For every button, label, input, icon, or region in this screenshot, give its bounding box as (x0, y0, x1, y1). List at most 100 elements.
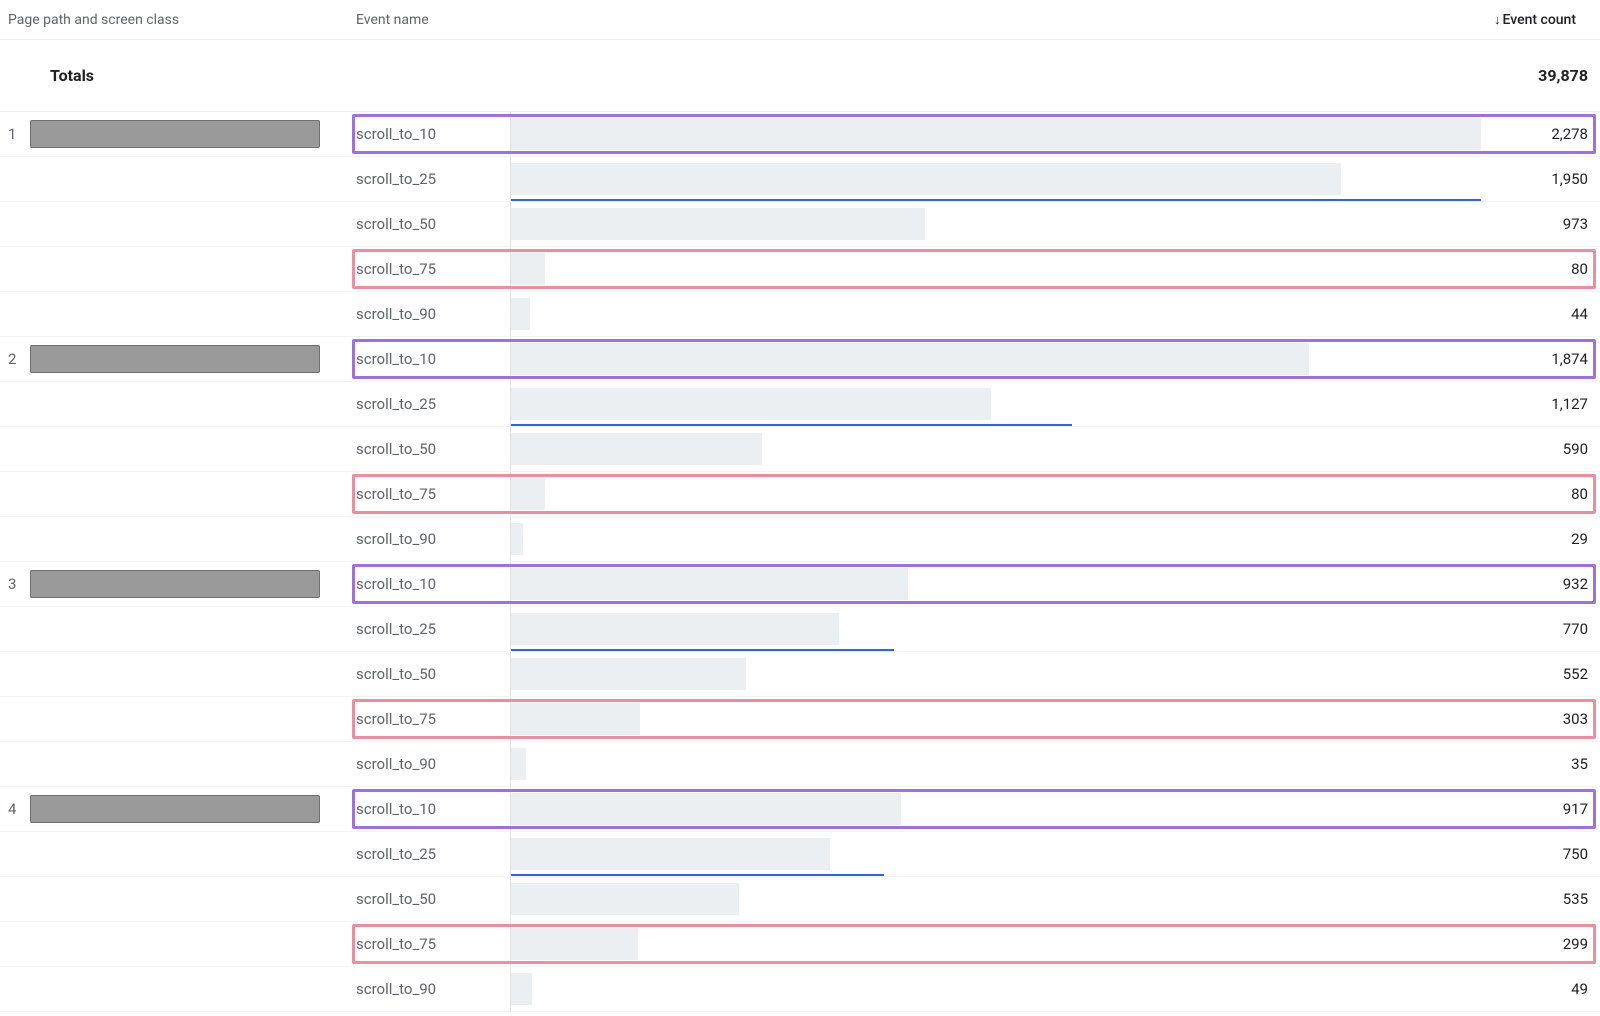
event-count-cell: 1,874 (1480, 337, 1600, 381)
event-name-cell: scroll_to_50 (350, 202, 510, 246)
table-row[interactable]: scroll_to_75 80 (0, 247, 1600, 292)
event-count-bar (511, 703, 640, 735)
table-row[interactable]: scroll_to_75 80 (0, 472, 1600, 517)
event-count-bar-cell (510, 292, 1480, 336)
table-row[interactable]: 1scroll_to_102,278 (0, 112, 1600, 157)
event-name-cell: scroll_to_50 (350, 427, 510, 471)
event-name-cell: scroll_to_10 (350, 112, 510, 156)
table-row[interactable]: scroll_to_75 303 (0, 697, 1600, 742)
column-header-event-count-label: Event count (1502, 12, 1576, 28)
arrow-down-icon: ↓ (1494, 12, 1501, 28)
event-count-bar (511, 343, 1309, 375)
event-count-bar-cell (510, 472, 1480, 516)
event-count-cell: 2,278 (1480, 112, 1600, 156)
event-count-cell: 552 (1480, 652, 1600, 696)
table-header: Page path and screen class Event name ↓ … (0, 0, 1600, 40)
event-count-bar (511, 253, 545, 285)
row-index: 2 (8, 350, 16, 368)
table-row[interactable]: scroll_to_25 770 (0, 607, 1600, 652)
event-count-cell: 590 (1480, 427, 1600, 471)
event-count-bar (511, 298, 530, 330)
totals-count: 39,878 (1480, 66, 1600, 85)
table-row[interactable]: scroll_to_75 299 (0, 922, 1600, 967)
table-row[interactable]: 4scroll_to_10917 (0, 787, 1600, 832)
event-count-cell: 932 (1480, 562, 1600, 606)
table-row[interactable]: scroll_to_50 590 (0, 427, 1600, 472)
event-count-bar-cell (510, 967, 1480, 1011)
table-row[interactable]: scroll_to_9044 (0, 292, 1600, 337)
page-path-redacted (30, 345, 320, 373)
event-count-bar (511, 568, 908, 600)
event-count-bar (511, 433, 762, 465)
event-name-cell: scroll_to_50 (350, 877, 510, 921)
table-row[interactable]: 3scroll_to_10932 (0, 562, 1600, 607)
event-count-cell: 1,127 (1480, 382, 1600, 426)
event-count-bar-cell (510, 112, 1480, 156)
row-index: 3 (8, 575, 16, 593)
table-row[interactable]: scroll_to_90 49 (0, 967, 1600, 1012)
event-count-cell: 770 (1480, 607, 1600, 651)
event-count-bar (511, 478, 545, 510)
comparison-underline (511, 199, 1481, 201)
totals-row: Totals 39,878 (0, 40, 1600, 112)
event-count-bar-cell (510, 877, 1480, 921)
event-name-cell: scroll_to_25 (350, 832, 510, 876)
event-count-cell: 1,950 (1480, 157, 1600, 201)
event-name-cell: scroll_to_10 (350, 337, 510, 381)
table-row[interactable]: scroll_to_9029 (0, 517, 1600, 562)
event-name-cell: scroll_to_25 (350, 607, 510, 651)
event-count-cell: 35 (1480, 742, 1600, 786)
table-row[interactable]: scroll_to_25 750 (0, 832, 1600, 877)
table-row[interactable]: scroll_to_90 35 (0, 742, 1600, 787)
event-count-bar-cell (510, 427, 1480, 471)
page-path-redacted (30, 795, 320, 823)
event-name-cell: scroll_to_90 (350, 292, 510, 336)
table-row[interactable]: 2 scroll_to_10 1,874 (0, 337, 1600, 382)
event-count-bar-cell (510, 832, 1480, 876)
event-count-cell: 917 (1480, 787, 1600, 831)
event-count-cell: 49 (1480, 967, 1600, 1011)
event-count-bar (511, 973, 532, 1005)
table-row[interactable]: scroll_to_50 535 (0, 877, 1600, 922)
event-name-cell: scroll_to_90 (350, 517, 510, 561)
event-count-bar-cell (510, 337, 1480, 381)
table-row[interactable]: scroll_to_50 973 (0, 202, 1600, 247)
event-count-bar (511, 793, 901, 825)
event-name-cell: scroll_to_10 (350, 787, 510, 831)
event-count-bar-cell (510, 562, 1480, 606)
event-name-cell: scroll_to_90 (350, 742, 510, 786)
event-name-cell: scroll_to_75 (350, 247, 510, 291)
event-name-cell: scroll_to_25 (350, 157, 510, 201)
event-count-bar-cell (510, 697, 1480, 741)
table-row[interactable]: scroll_to_50 552 (0, 652, 1600, 697)
event-count-bar-cell (510, 742, 1480, 786)
event-count-bar (511, 163, 1341, 195)
event-name-cell: scroll_to_90 (350, 967, 510, 1011)
event-name-cell: scroll_to_75 (350, 472, 510, 516)
column-header-page-path[interactable]: Page path and screen class (0, 12, 350, 28)
table-row[interactable]: scroll_to_251,127 (0, 382, 1600, 427)
event-count-cell: 535 (1480, 877, 1600, 921)
event-name-cell: scroll_to_50 (350, 652, 510, 696)
event-count-bar (511, 118, 1481, 150)
event-count-cell: 299 (1480, 922, 1600, 966)
totals-label: Totals (0, 66, 350, 85)
event-count-bar (511, 883, 739, 915)
column-header-event-count[interactable]: ↓ Event count (1494, 12, 1588, 28)
comparison-underline (511, 649, 894, 651)
event-count-bar (511, 658, 746, 690)
event-name-cell: scroll_to_75 (350, 697, 510, 741)
event-count-cell: 303 (1480, 697, 1600, 741)
column-header-event-name[interactable]: Event name (350, 12, 510, 28)
event-count-cell: 750 (1480, 832, 1600, 876)
event-count-cell: 973 (1480, 202, 1600, 246)
page-path-redacted (30, 570, 320, 598)
event-count-bar (511, 208, 925, 240)
table-row[interactable]: scroll_to_25 1,950 (0, 157, 1600, 202)
event-count-bar-cell (510, 607, 1480, 651)
event-count-bar-cell (510, 202, 1480, 246)
event-count-cell: 80 (1480, 472, 1600, 516)
event-count-bar (511, 613, 839, 645)
event-count-cell: 80 (1480, 247, 1600, 291)
event-name-cell: scroll_to_75 (350, 922, 510, 966)
